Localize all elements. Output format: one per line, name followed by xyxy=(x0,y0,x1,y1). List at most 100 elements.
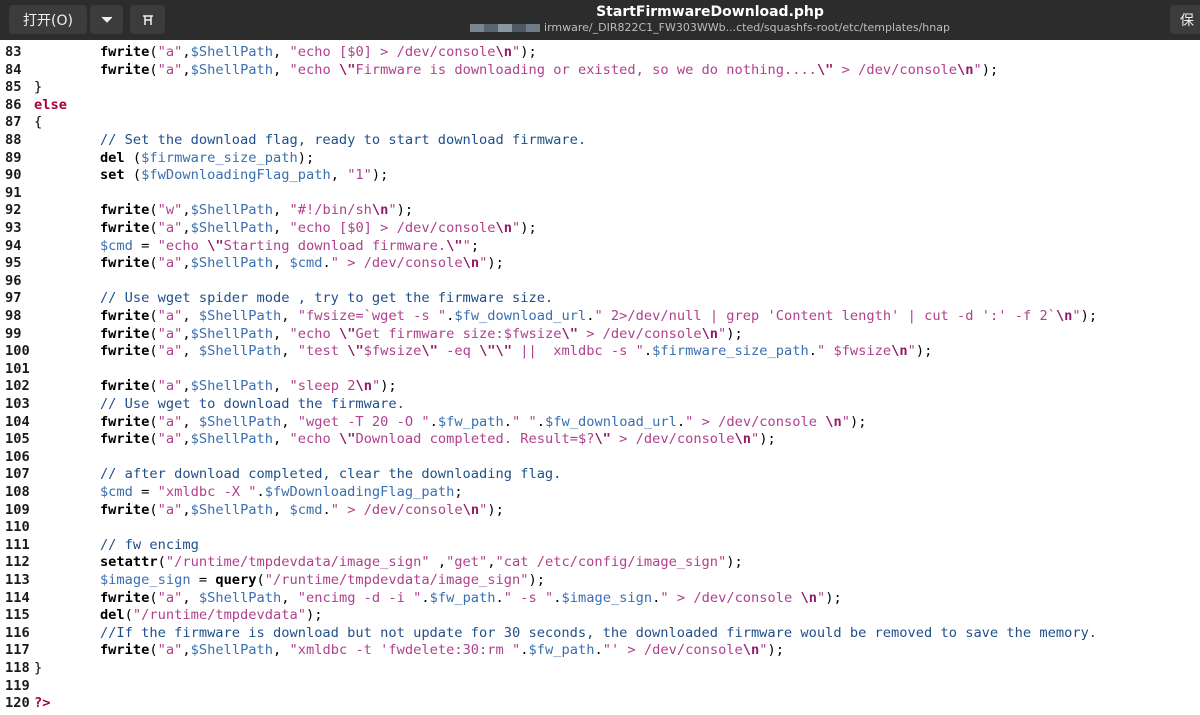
line-number: 88 xyxy=(5,132,22,148)
code-token: \n xyxy=(1055,308,1073,324)
code-text: $cmd = "xmldbc -X ".$fwDownloadingFlag_p… xyxy=(34,484,463,502)
code-token: "xmldbc -t 'fwdelete:30:rm " xyxy=(289,642,521,659)
code-token: ); xyxy=(487,501,504,518)
code-token: \" xyxy=(338,61,356,78)
code-token: "a" xyxy=(157,378,183,395)
code-token: "/runtime/tmpdevdata/image_sign" xyxy=(165,554,430,571)
code-text: set ($fwDownloadingFlag_path, "1"); xyxy=(34,167,388,185)
line-number: 108 xyxy=(5,484,30,500)
code-token: , xyxy=(182,61,191,78)
code-line: 85} xyxy=(0,79,1200,97)
code-token: fwrite xyxy=(99,255,150,272)
code-line: 113 $image_sign = query("/runtime/tmpdev… xyxy=(0,572,1200,590)
code-token: $firmware_size_path xyxy=(141,149,298,166)
code-token: , xyxy=(273,501,290,518)
code-token: ); xyxy=(297,149,315,166)
code-token: , xyxy=(273,325,290,342)
code-line: 120 ?> xyxy=(0,695,1200,713)
code-text: { xyxy=(34,114,42,132)
code-editor[interactable]: 83 fwrite("a",$ShellPath, "echo [$0] > /… xyxy=(0,40,1200,715)
code-token: , xyxy=(182,325,191,342)
line-number: 95 xyxy=(5,255,22,272)
code-text: ?> xyxy=(34,695,50,713)
code-token: Download completed. Result=$? xyxy=(355,431,595,448)
line-number: 102 xyxy=(5,378,30,395)
code-token: \n xyxy=(734,431,752,448)
line-number: 83 xyxy=(5,44,22,60)
code-token: "a" xyxy=(157,255,183,272)
code-token: "w" xyxy=(157,202,183,219)
code-token: "a" xyxy=(157,44,183,60)
code-token: " 2>/dev/null | grep 'Content length' | … xyxy=(594,308,1056,324)
open-button[interactable]: 打开(O) xyxy=(9,5,87,34)
save-button[interactable]: 保 xyxy=(1170,5,1200,34)
code-token: ; xyxy=(454,484,463,500)
code-token: . xyxy=(429,413,438,430)
code-token: , xyxy=(273,220,290,236)
code-token: \" xyxy=(594,431,611,448)
code-token: > /dev/console xyxy=(610,431,735,448)
redacted-segment xyxy=(470,24,541,32)
code-token: ( xyxy=(149,44,158,60)
open-dropdown-button[interactable] xyxy=(90,5,123,34)
code-text: fwrite("a",$ShellPath, "echo \"Firmware … xyxy=(34,62,998,80)
code-line: 92 fwrite("w",$ShellPath, "#!/bin/sh\n")… xyxy=(0,202,1200,220)
code-token: ( xyxy=(149,61,158,78)
code-token: . xyxy=(520,642,529,659)
code-token: " xyxy=(759,642,768,659)
code-token: ); xyxy=(915,343,933,360)
code-token: $cmd xyxy=(99,484,133,500)
line-number: 113 xyxy=(5,572,30,588)
code-token: fwrite xyxy=(99,325,150,342)
code-token: "wget -T 20 -O " xyxy=(297,413,430,430)
line-number: 119 xyxy=(5,677,30,694)
pin-button[interactable] xyxy=(130,5,165,34)
line-number: 92 xyxy=(5,202,22,219)
code-token: \" xyxy=(561,325,578,342)
code-token: , xyxy=(273,255,290,272)
code-token: , xyxy=(281,343,298,360)
code-token: $ShellPath xyxy=(190,61,274,78)
code-token: ( xyxy=(149,642,158,659)
code-token: "a" xyxy=(157,589,183,606)
code-line: 91 xyxy=(0,185,1200,203)
code-token: \n xyxy=(495,44,513,60)
line-number: 99 xyxy=(5,325,22,342)
code-token: "a" xyxy=(157,61,183,78)
code-token: // after download completed, clear the d… xyxy=(99,466,562,483)
code-token: "a" xyxy=(157,431,183,448)
code-text: fwrite("a",$ShellPath, $cmd." > /dev/con… xyxy=(34,502,504,520)
window-titlebar: 打开(O) StartFirmwareDownload.php irmware/… xyxy=(0,0,1200,40)
code-token: "/runtime/tmpdevdata" xyxy=(132,607,306,624)
line-number: 111 xyxy=(5,536,30,553)
code-token: "encimg -d -i " xyxy=(297,589,422,606)
code-token: , xyxy=(182,343,199,360)
code-token: " xyxy=(973,61,982,78)
line-number: 110 xyxy=(5,519,30,536)
code-line: 88 // Set the download flag, ready to st… xyxy=(0,132,1200,150)
code-token: $ShellPath xyxy=(190,431,274,448)
line-number: 91 xyxy=(5,184,22,201)
code-token: ); xyxy=(767,642,785,659)
code-token: > /dev/console xyxy=(577,325,702,342)
code-token: } xyxy=(34,660,43,676)
code-token: "a" xyxy=(157,343,183,360)
line-number: 115 xyxy=(5,607,30,624)
code-token: fwrite xyxy=(99,413,150,430)
code-token: \n xyxy=(495,220,513,236)
code-token: "echo [$0] > /dev/console xyxy=(289,220,496,236)
line-number: 107 xyxy=(5,466,30,483)
code-line: 86 else xyxy=(0,97,1200,115)
code-line: 105 fwrite("a",$ShellPath, "echo \"Downl… xyxy=(0,431,1200,449)
code-line: 104 fwrite("a", $ShellPath, "wget -T 20 … xyxy=(0,414,1200,432)
line-number: 114 xyxy=(5,589,30,606)
code-token: , xyxy=(281,413,298,430)
code-token: ( xyxy=(149,431,158,448)
code-token: \" xyxy=(207,237,224,254)
code-token: ); xyxy=(487,255,504,272)
code-token: ); xyxy=(825,589,842,606)
code-token: \" xyxy=(338,325,356,342)
